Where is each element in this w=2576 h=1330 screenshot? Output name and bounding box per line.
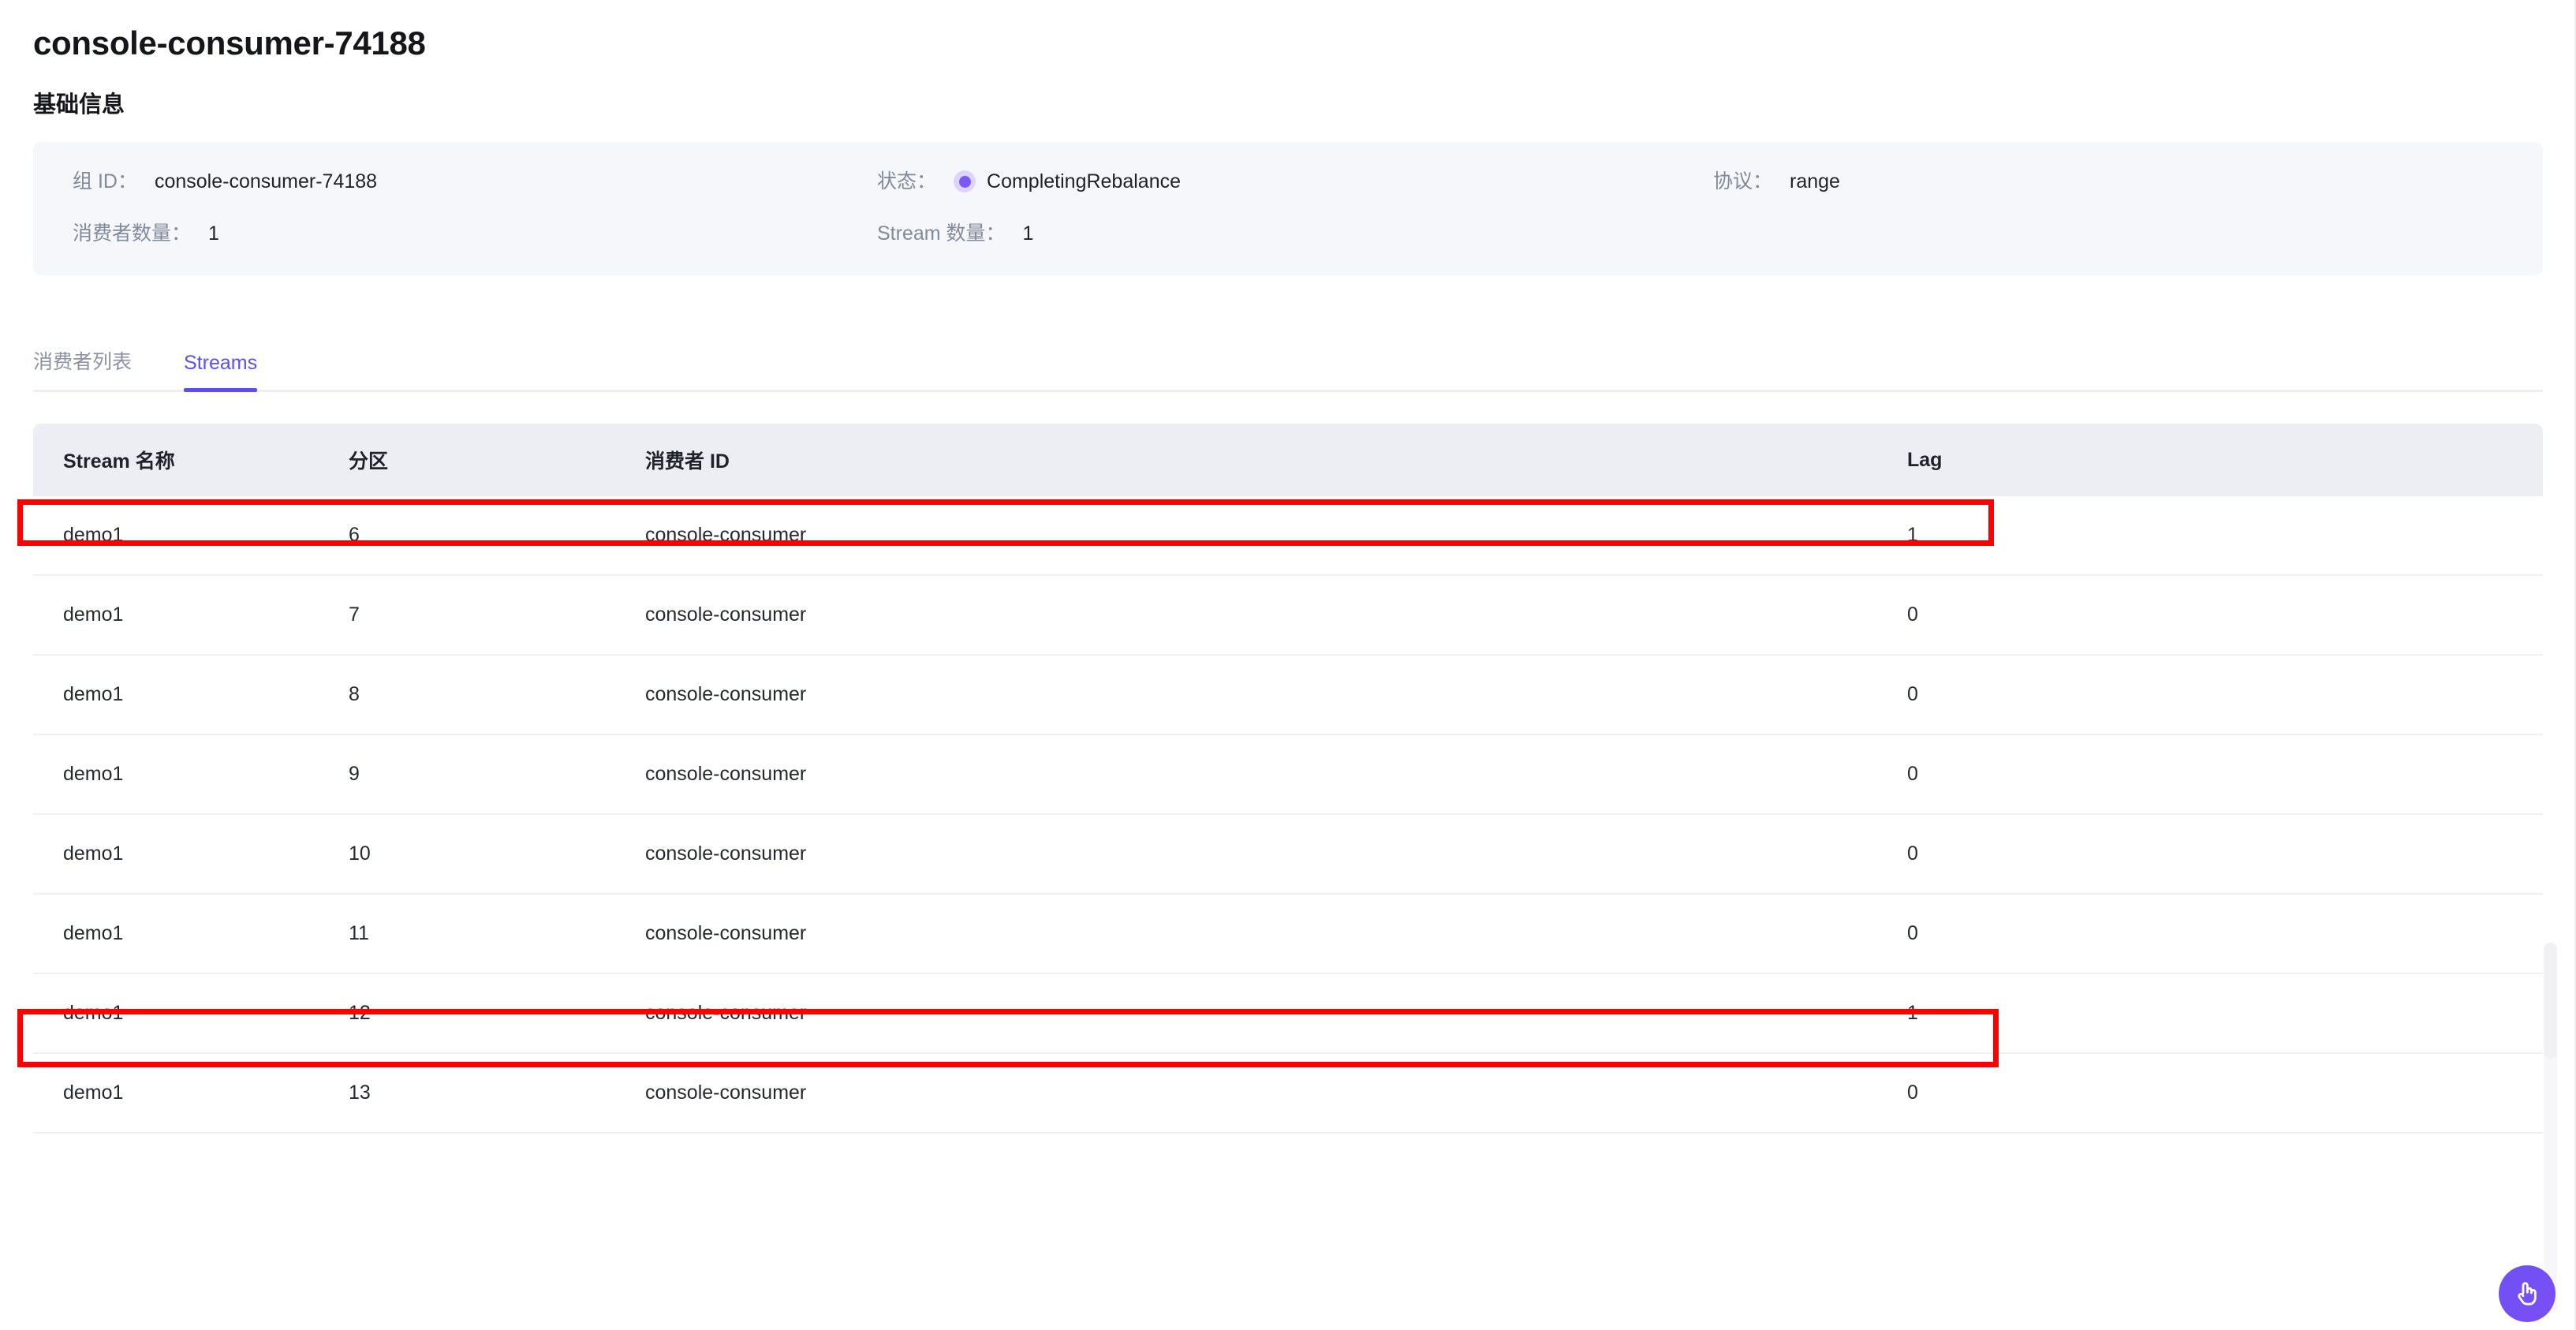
- streams-table-body: demo1 6 console-consumer 1 demo1 7 conso…: [33, 496, 2543, 1134]
- tab-streams[interactable]: Streams: [184, 352, 258, 393]
- streams-table-head: Stream 名称 分区 消费者 ID Lag: [33, 424, 2543, 497]
- cell-consumer-id: console-consumer: [645, 1053, 1907, 1134]
- cell-consumer-id: console-consumer: [645, 655, 1907, 736]
- cell-consumer-id: console-consumer: [645, 734, 1907, 816]
- info-value-group-id: console-consumer-74188: [154, 170, 378, 192]
- info-field-stream-count: Stream 数量： 1: [877, 224, 1713, 244]
- cell-stream-name: demo1: [33, 496, 349, 577]
- cell-stream-name: demo1: [33, 655, 349, 736]
- page-root: console-consumer-74188 基础信息 组 ID： consol…: [0, 0, 2576, 1330]
- info-field-state: 状态： CompletingRebalance: [877, 170, 1713, 193]
- status-badge-label: CompletingRebalance: [987, 170, 1181, 192]
- info-label-consumer-count: 消费者数量：: [73, 222, 192, 245]
- tab-bar: 消费者列表 Streams: [33, 337, 2543, 393]
- status-badge: CompletingRebalance: [954, 170, 1181, 193]
- table-row[interactable]: demo1 11 console-consumer 0: [33, 894, 2543, 975]
- cell-consumer-id: console-consumer: [645, 894, 1907, 975]
- info-value-stream-count: 1: [1022, 222, 1034, 245]
- click-hand-fab-button[interactable]: [2499, 1265, 2555, 1322]
- info-label-stream-count: Stream 数量：: [877, 222, 1006, 245]
- info-label-state: 状态：: [877, 170, 937, 192]
- cell-partition: 8: [349, 655, 645, 736]
- table-row[interactable]: demo1 13 console-consumer 0: [33, 1053, 2543, 1134]
- info-value-protocol: range: [1790, 170, 1840, 192]
- cell-partition: 7: [349, 575, 645, 656]
- cell-consumer-id: console-consumer: [645, 814, 1907, 895]
- cell-consumer-id: console-consumer: [645, 496, 1907, 577]
- cell-lag: 0: [1907, 734, 2543, 816]
- cell-lag: 0: [1907, 1053, 2543, 1134]
- column-header-consumer-id[interactable]: 消费者 ID: [645, 424, 1907, 497]
- cell-lag: 0: [1907, 655, 2543, 736]
- cell-lag: 0: [1907, 575, 2543, 656]
- table-row[interactable]: demo1 8 console-consumer 0: [33, 655, 2543, 736]
- vertical-scrollbar-thumb[interactable]: [2544, 943, 2557, 1059]
- cell-stream-name: demo1: [33, 814, 349, 895]
- table-row[interactable]: demo1 9 console-consumer 0: [33, 734, 2543, 816]
- cell-lag: 1: [1907, 496, 2543, 577]
- info-field-protocol: 协议： range: [1713, 170, 2502, 192]
- cell-consumer-id: console-consumer: [645, 575, 1907, 656]
- cell-partition: 6: [349, 496, 645, 577]
- info-label-protocol: 协议：: [1713, 170, 1773, 192]
- cell-lag: 0: [1907, 814, 2543, 895]
- column-header-stream-name[interactable]: Stream 名称: [33, 424, 349, 497]
- table-row[interactable]: demo1 10 console-consumer 0: [33, 814, 2543, 895]
- cell-lag: 1: [1907, 973, 2543, 1055]
- vertical-scrollbar[interactable]: [2544, 943, 2557, 1313]
- cell-partition: 13: [349, 1053, 645, 1134]
- column-header-partition[interactable]: 分区: [349, 424, 645, 497]
- click-hand-icon: [2511, 1278, 2543, 1309]
- table-header-row: Stream 名称 分区 消费者 ID Lag: [33, 424, 2543, 497]
- info-row-2: 消费者数量： 1 Stream 数量： 1: [73, 224, 2503, 244]
- cell-stream-name: demo1: [33, 575, 349, 656]
- cell-consumer-id: console-consumer: [645, 973, 1907, 1055]
- table-row[interactable]: demo1 7 console-consumer 0: [33, 575, 2543, 656]
- cell-partition: 9: [349, 734, 645, 816]
- page-title: console-consumer-74188: [33, 24, 426, 62]
- info-field-empty: [1713, 224, 2502, 244]
- info-row-1: 组 ID： console-consumer-74188 状态： Complet…: [73, 170, 2503, 193]
- cell-stream-name: demo1: [33, 973, 349, 1055]
- cell-lag: 0: [1907, 894, 2543, 975]
- cell-stream-name: demo1: [33, 894, 349, 975]
- table-row[interactable]: demo1 12 console-consumer 1: [33, 973, 2543, 1055]
- cell-partition: 11: [349, 894, 645, 975]
- cell-partition: 12: [349, 973, 645, 1055]
- tab-list: 消费者列表 Streams: [33, 337, 2543, 393]
- streams-table: Stream 名称 分区 消费者 ID Lag demo1 6 console-…: [33, 424, 2543, 1134]
- info-label-group-id: 组 ID：: [73, 170, 137, 192]
- cell-stream-name: demo1: [33, 734, 349, 816]
- info-value-consumer-count: 1: [208, 222, 219, 245]
- cell-partition: 10: [349, 814, 645, 895]
- section-heading-basic-info: 基础信息: [33, 92, 125, 118]
- tab-consumer-list[interactable]: 消费者列表: [33, 346, 132, 392]
- tab-bar-divider: [33, 390, 2543, 393]
- column-header-lag[interactable]: Lag: [1907, 424, 2543, 497]
- streams-table-wrapper: Stream 名称 分区 消费者 ID Lag demo1 6 console-…: [17, 424, 2543, 1134]
- table-row[interactable]: demo1 6 console-consumer 1: [33, 496, 2543, 577]
- cell-stream-name: demo1: [33, 1053, 349, 1134]
- info-field-consumer-count: 消费者数量： 1: [73, 224, 877, 244]
- basic-info-panel: 组 ID： console-consumer-74188 状态： Complet…: [33, 142, 2543, 276]
- info-field-group-id: 组 ID： console-consumer-74188: [73, 170, 877, 192]
- status-dot-icon: [954, 170, 976, 193]
